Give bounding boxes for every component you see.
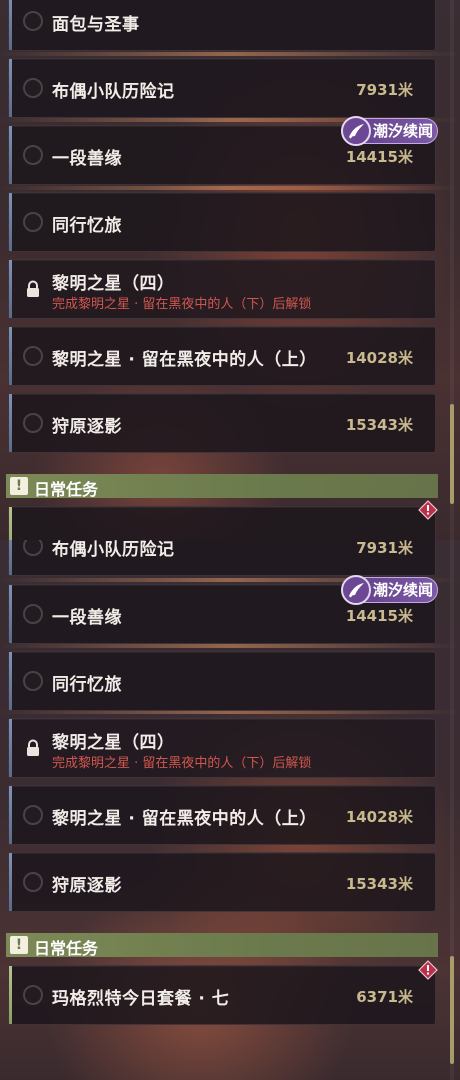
quest-radio[interactable] — [23, 78, 43, 98]
quest-panel-top: 面包与圣事 布偶小队历险记 7931米 一段善缘 14415米 潮汐续闻 同行忆… — [0, 0, 460, 540]
quest-card[interactable]: 布偶小队历险记 7931米 — [8, 540, 436, 576]
quest-title: 一段善缘 — [52, 608, 122, 628]
quest-title: 黎明之星 · 留在黑夜中的人（上） — [52, 809, 317, 829]
tidal-news-badge: 潮汐续闻 — [341, 116, 438, 146]
quest-distance: 14415米 — [345, 148, 413, 166]
quest-distance: 7931米 — [356, 81, 413, 99]
quest-radio[interactable] — [23, 540, 43, 556]
alert-square-icon: ! — [10, 477, 28, 495]
quest-radio[interactable] — [23, 805, 43, 825]
section-label: 日常任务 — [34, 480, 99, 499]
quest-radio[interactable] — [23, 872, 43, 892]
daily-quest-card[interactable] — [8, 506, 436, 540]
quest-radio[interactable] — [23, 346, 43, 366]
quest-card[interactable]: 狩原逐影 15343米 — [8, 393, 436, 453]
alert-diamond-icon — [418, 500, 438, 520]
quest-card-locked[interactable]: 黎明之星（四） 完成黎明之星 · 留在黑夜中的人（下）后解锁 — [8, 718, 436, 778]
quest-radio[interactable] — [23, 145, 43, 165]
quest-card[interactable]: 黎明之星 · 留在黑夜中的人（上） 14028米 — [8, 326, 436, 386]
unlock-hint: 完成黎明之星 · 留在黑夜中的人（下）后解锁 — [52, 297, 312, 312]
quest-radio[interactable] — [23, 11, 43, 31]
badge-label: 潮汐续闻 — [373, 122, 434, 140]
quest-card[interactable]: 狩原逐影 15343米 — [8, 852, 436, 912]
divider-glow — [0, 52, 460, 56]
tidal-news-badge: 潮汐续闻 — [341, 575, 438, 605]
section-label: 日常任务 — [34, 939, 99, 958]
quest-title: 布偶小队历险记 — [52, 82, 175, 102]
quest-card[interactable]: 黎明之星 · 留在黑夜中的人（上） 14028米 — [8, 785, 436, 845]
quest-distance: 14028米 — [345, 349, 413, 367]
quest-title: 布偶小队历险记 — [52, 540, 175, 560]
scrollbar-thumb[interactable] — [450, 404, 454, 504]
quest-distance: 15343米 — [345, 416, 413, 434]
quest-title: 同行忆旅 — [52, 675, 122, 695]
alert-square-icon: ! — [10, 936, 28, 954]
divider-glow — [0, 186, 460, 190]
quest-panel-bottom: 布偶小队历险记 7931米 一段善缘 14415米 潮汐续闻 同行忆旅 黎明之星… — [0, 540, 460, 1080]
quest-title: 面包与圣事 — [52, 15, 140, 35]
quest-title: 狩原逐影 — [52, 876, 122, 896]
quest-distance: 7931米 — [356, 540, 413, 557]
section-header-daily[interactable]: ! 日常任务 — [6, 474, 438, 499]
badge-label: 潮汐续闻 — [373, 581, 434, 599]
quest-radio[interactable] — [23, 212, 43, 232]
quest-title: 黎明之星 · 留在黑夜中的人（上） — [52, 350, 317, 370]
alert-diamond-icon — [418, 960, 438, 980]
feather-swirl-icon — [341, 575, 371, 605]
quest-title: 狩原逐影 — [52, 417, 122, 437]
lock-icon — [27, 280, 39, 297]
quest-title: 玛格烈特今日套餐 · 七 — [52, 989, 230, 1009]
quest-title: 同行忆旅 — [52, 216, 122, 236]
lock-icon — [27, 739, 39, 756]
quest-card-locked[interactable]: 黎明之星（四） 完成黎明之星 · 留在黑夜中的人（下）后解锁 — [8, 259, 436, 319]
quest-title: 黎明之星（四） — [52, 733, 175, 753]
divider-glow — [0, 644, 460, 648]
quest-distance: 14028米 — [345, 808, 413, 826]
quest-radio[interactable] — [23, 985, 43, 1005]
quest-radio[interactable] — [23, 413, 43, 433]
quest-card[interactable]: 同行忆旅 — [8, 651, 436, 711]
daily-quest-card[interactable]: 玛格烈特今日套餐 · 七 6371米 — [8, 965, 436, 1025]
quest-distance: 14415米 — [345, 607, 413, 625]
section-header-daily[interactable]: ! 日常任务 — [6, 933, 438, 958]
unlock-hint: 完成黎明之星 · 留在黑夜中的人（下）后解锁 — [52, 756, 312, 771]
quest-card[interactable]: 面包与圣事 — [8, 0, 436, 51]
quest-distance: 6371米 — [356, 988, 413, 1006]
quest-distance: 15343米 — [345, 875, 413, 893]
quest-card[interactable]: 布偶小队历险记 7931米 — [8, 58, 436, 118]
quest-title: 一段善缘 — [52, 149, 122, 169]
quest-radio[interactable] — [23, 604, 43, 624]
quest-title: 黎明之星（四） — [52, 274, 175, 294]
quest-card[interactable]: 同行忆旅 — [8, 192, 436, 252]
quest-radio[interactable] — [23, 671, 43, 691]
scrollbar-thumb[interactable] — [450, 956, 454, 1064]
feather-swirl-icon — [341, 116, 371, 146]
